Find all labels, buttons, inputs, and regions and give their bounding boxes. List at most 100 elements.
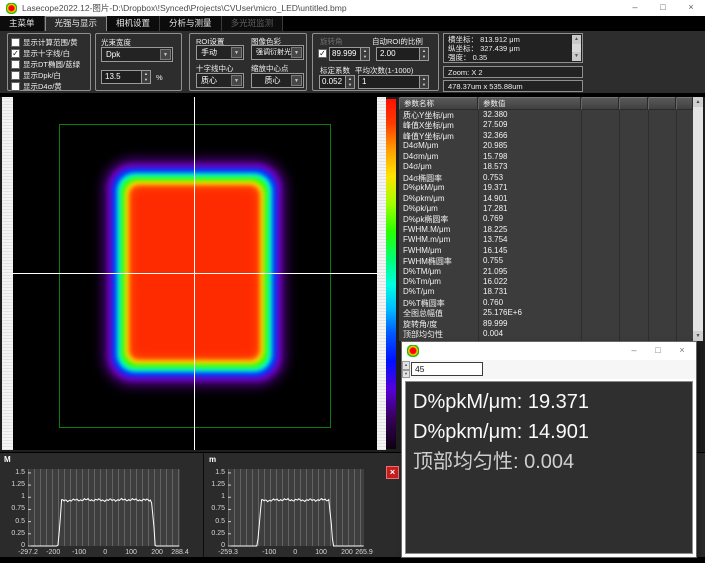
- display-option[interactable]: 显示Dpk/白: [8, 70, 90, 81]
- display-options-group: 显示计算范围/黄✓显示十字线/白显示DT椭圆/蓝绿显示Dpk/白显示D4σ/黄: [7, 33, 91, 91]
- status-bar: [0, 557, 705, 563]
- x-axis-tick-label: -200: [46, 549, 60, 556]
- param-value: 14.901: [478, 194, 580, 204]
- beam-width-mode-dropdown[interactable]: Dpk ▼: [101, 47, 173, 62]
- x-axis-tick-label: 0: [103, 549, 107, 556]
- display-options-list: 显示计算范围/黄✓显示十字线/白显示DT椭圆/蓝绿显示Dpk/白显示D4σ/黄: [8, 37, 90, 92]
- graph-title: M: [4, 455, 11, 464]
- spin-down-icon[interactable]: ▼: [420, 82, 428, 88]
- tab-intensity-display[interactable]: 光强与显示: [45, 16, 108, 31]
- param-value: 0.753: [478, 173, 580, 183]
- spin-up-icon[interactable]: ▲: [402, 361, 410, 370]
- chevron-down-icon[interactable]: ▼: [231, 75, 242, 86]
- chevron-down-icon[interactable]: ▼: [231, 47, 242, 58]
- beam-width-percent-spinner[interactable]: 13.5 ▲▼: [101, 70, 151, 84]
- overlay-value-input[interactable]: [411, 362, 483, 376]
- tab-analysis-measure[interactable]: 分析与测量: [160, 16, 222, 31]
- x-axis-tick-label: 100: [125, 549, 137, 556]
- column-header-value[interactable]: 参数值: [478, 97, 581, 110]
- close-icon[interactable]: ×: [677, 0, 705, 16]
- x-axis-tick-label: 200: [341, 549, 353, 556]
- chevron-down-icon[interactable]: ▼: [160, 49, 171, 60]
- tab-main-menu[interactable]: 主菜单: [0, 16, 45, 31]
- display-option[interactable]: ✓显示十字线/白: [8, 48, 90, 59]
- close-icon[interactable]: ×: [670, 342, 694, 360]
- auto-roi-spinner[interactable]: 2.00 ▲▼: [376, 47, 429, 61]
- average-count-spinner[interactable]: 1 ▲▼: [358, 75, 429, 89]
- param-value: 18.731: [478, 287, 580, 297]
- checkbox[interactable]: ✓: [11, 49, 20, 58]
- spin-down-icon[interactable]: ▼: [346, 82, 354, 88]
- overlay-spinner[interactable]: ▲ ▼: [402, 361, 410, 378]
- spin-down-icon[interactable]: ▼: [142, 77, 150, 83]
- column-header-empty[interactable]: [676, 97, 693, 110]
- rotation-angle-spinner[interactable]: 89.999 ▲▼: [329, 47, 370, 61]
- display-option-label: 显示Dpk/白: [23, 70, 61, 81]
- x-axis-tick-label: 265.9: [355, 549, 373, 556]
- param-value: 20.985: [478, 141, 580, 151]
- checkbox[interactable]: [11, 71, 20, 80]
- param-name: D4σ椭圆率: [399, 173, 478, 183]
- plot-area: [228, 469, 364, 546]
- chevron-down-icon[interactable]: ▼: [291, 47, 302, 58]
- maximize-icon[interactable]: □: [649, 0, 677, 16]
- x-axis-tick-label: -297.2: [18, 549, 38, 556]
- spin-down-icon[interactable]: ▼: [420, 54, 428, 60]
- param-value: 16.022: [478, 277, 580, 287]
- maximize-icon[interactable]: □: [646, 342, 670, 360]
- app-icon: [407, 345, 419, 357]
- checkbox[interactable]: [11, 82, 20, 91]
- spin-down-icon[interactable]: ▼: [361, 54, 369, 60]
- scroll-up-icon[interactable]: ▲: [693, 97, 703, 107]
- param-value: 27.509: [478, 120, 580, 130]
- chevron-down-icon[interactable]: ▼: [291, 75, 302, 86]
- column-header-empty[interactable]: [581, 97, 619, 110]
- roi-mode-dropdown[interactable]: 手动 ▼: [196, 45, 244, 60]
- zoom-center-dropdown[interactable]: 质心 ▼: [251, 73, 304, 88]
- y-axis-tick-label: 0.75: [203, 505, 225, 512]
- column-header-empty[interactable]: [648, 97, 676, 110]
- overlay-title-bar[interactable]: – □ ×: [402, 342, 696, 360]
- result-line-dpkm: D%pkm/μm: 14.901: [413, 417, 685, 447]
- param-name: D%T/μm: [399, 287, 478, 297]
- image-color-dropdown[interactable]: 强调衍射光 ▼: [251, 45, 304, 60]
- display-option[interactable]: 显示计算范围/黄: [8, 37, 90, 48]
- checkbox[interactable]: [11, 38, 20, 47]
- left-scroll-strip[interactable]: [2, 97, 13, 450]
- param-name: FWHM椭圆率: [399, 256, 478, 266]
- param-value: 21.095: [478, 267, 580, 277]
- spin-down-icon[interactable]: ▼: [402, 370, 410, 379]
- cross-center-dropdown[interactable]: 质心 ▼: [196, 73, 244, 88]
- param-name: D4σm/μm: [399, 152, 478, 162]
- scroll-down-icon[interactable]: ▼: [572, 52, 581, 61]
- param-name: D%pkm/μm: [399, 194, 478, 204]
- graphs-close-button[interactable]: ×: [386, 466, 399, 479]
- readout-scrollbar[interactable]: ▲ ▼: [572, 35, 581, 61]
- tab-camera-settings[interactable]: 相机设置: [107, 16, 160, 31]
- tab-multi-spot: 多光斑监测: [222, 16, 284, 31]
- display-option[interactable]: 显示D4σ/黄: [8, 81, 90, 92]
- param-name: D%pk/μm: [399, 204, 478, 214]
- param-name: 峰值X坐标/μm: [399, 120, 478, 130]
- param-name: D%Tm/μm: [399, 277, 478, 287]
- scroll-down-icon[interactable]: ▼: [693, 331, 703, 341]
- column-header-name[interactable]: 参数名称: [399, 97, 478, 110]
- checkbox[interactable]: [11, 60, 20, 69]
- param-name: 峰值Y坐标/μm: [399, 131, 478, 141]
- y-axis-tick-label: 0: [203, 542, 225, 549]
- calibration-spinner[interactable]: 0.052 ▲▼: [319, 75, 355, 89]
- readout-y: 纵坐标： 327.439 μm: [448, 44, 578, 53]
- minimize-icon[interactable]: –: [622, 342, 646, 360]
- param-value: 25.176E+6: [478, 308, 580, 318]
- scroll-up-icon[interactable]: ▲: [572, 35, 581, 44]
- column-header-empty[interactable]: [619, 97, 648, 110]
- display-option[interactable]: 显示DT椭圆/蓝绿: [8, 59, 90, 70]
- x-axis-tick-label: -100: [262, 549, 276, 556]
- minimize-icon[interactable]: –: [621, 0, 649, 16]
- rotation-checkbox[interactable]: ✓: [318, 49, 327, 58]
- y-axis-tick-label: 1.25: [3, 481, 25, 488]
- table-scrollbar[interactable]: ▲ ▼: [693, 97, 703, 341]
- right-scroll-strip[interactable]: [377, 97, 386, 450]
- beam-image-view[interactable]: [13, 97, 377, 450]
- param-name: D%pkM/μm: [399, 183, 478, 193]
